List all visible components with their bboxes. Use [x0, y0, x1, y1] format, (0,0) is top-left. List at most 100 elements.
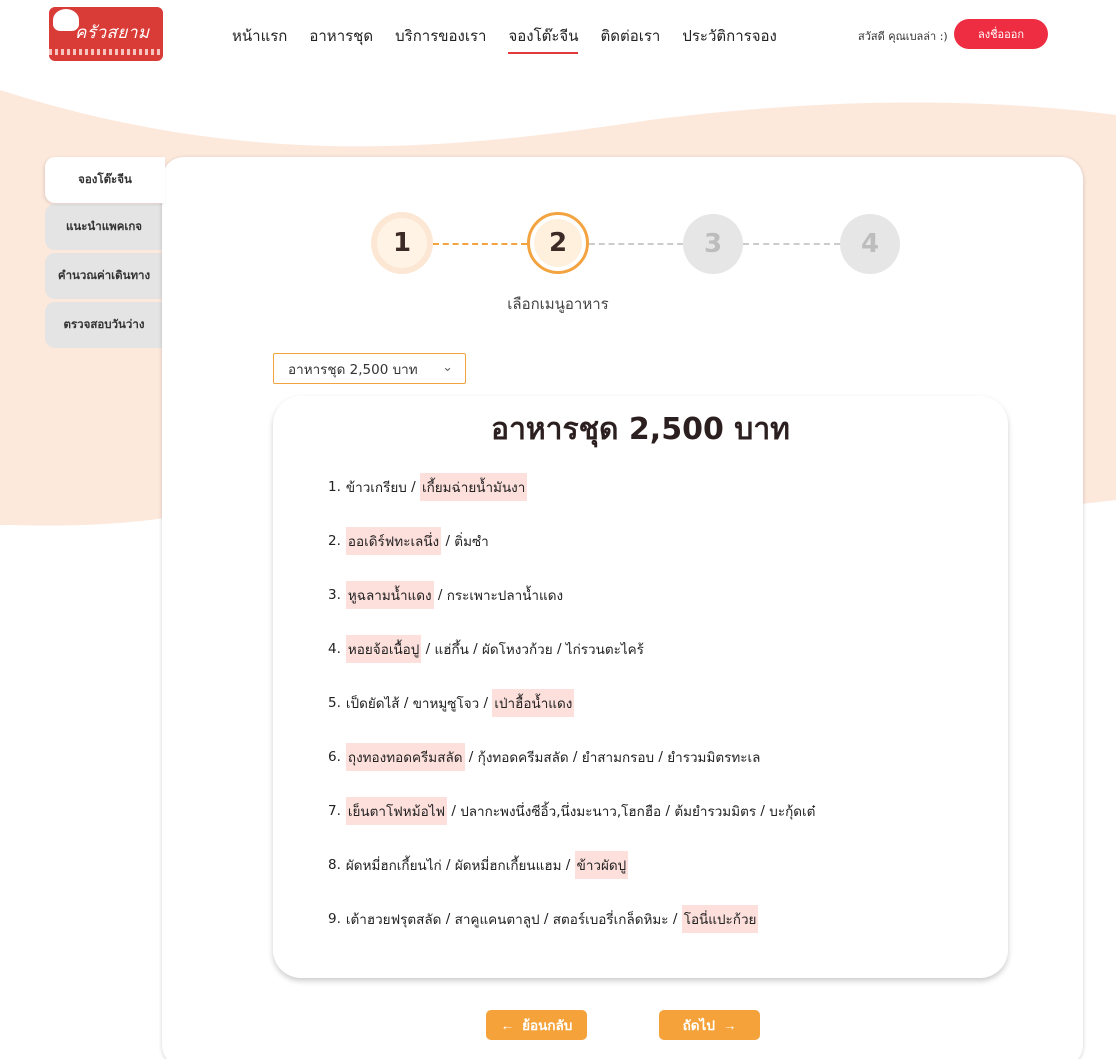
- menu-item: 9. เต้าฮวยฟรุตสลัด / สาคูแคนตาลูป / สตอร์…: [328, 892, 988, 946]
- separator: /: [668, 911, 682, 927]
- menu-dish: ขาหมูซูโจว: [412, 696, 480, 712]
- step-connector: [589, 243, 683, 245]
- menu-item: 3. หูฉลามน้ำแดง / กระเพาะปลาน้ำแดง: [328, 568, 988, 622]
- menu-dish: ไก่รวนตะไคร้: [565, 642, 644, 658]
- separator: /: [464, 749, 478, 765]
- nav-contact[interactable]: ติดต่อเรา: [600, 24, 660, 54]
- menu-dish-highlighted: เป่าฮื้อน้ำแดง: [492, 689, 575, 717]
- menu-card: อาหารชุด 2,500 บาท 1. ข้าวเกรียบ / เกี้ยม…: [273, 396, 1008, 978]
- next-button-label: ถัดไป: [682, 1018, 715, 1033]
- separator: /: [661, 803, 675, 819]
- logo-text: ครัวสยาม: [75, 23, 150, 43]
- separator: /: [421, 641, 435, 657]
- step-caption: เลือกเมนูอาหาร: [507, 295, 609, 313]
- separator: /: [399, 695, 413, 711]
- sidebar-item-book-table[interactable]: จองโต๊ะจีน: [45, 157, 165, 203]
- separator: /: [561, 857, 575, 873]
- chevron-down-icon: ⌄: [442, 360, 453, 375]
- menu-item-number: 3.: [328, 587, 341, 603]
- user-greeting: สวัสดี คุณเบลล่า :): [858, 30, 948, 43]
- logo[interactable]: ครัวสยาม: [49, 7, 163, 61]
- sidebar-item-check-availability[interactable]: ตรวจสอบวันว่าง: [45, 302, 163, 348]
- menu-item: 5. เป็ดยัดไส้ / ขาหมูซูโจว / เป่าฮื้อน้ำแ…: [328, 676, 988, 730]
- menu-list: 1. ข้าวเกรียบ / เกี้ยมฉ่ายน้ำมันงา 2. ออเดิ…: [328, 460, 988, 946]
- separator: /: [441, 533, 455, 549]
- set-menu-select[interactable]: อาหารชุด 2,500 บาท ⌄: [273, 353, 466, 384]
- separator: /: [568, 749, 582, 765]
- separator: /: [447, 803, 461, 819]
- menu-item-number: 9.: [328, 911, 341, 927]
- menu-item-number: 7.: [328, 803, 341, 819]
- step-connector: [743, 243, 840, 245]
- separator: /: [756, 803, 770, 819]
- menu-dish: ผัดโหงวก้วย: [481, 642, 553, 658]
- separator: /: [441, 857, 455, 873]
- arrow-left-icon: ←: [500, 1017, 515, 1033]
- back-button[interactable]: ← ย้อนกลับ: [486, 1010, 587, 1040]
- separator: /: [539, 911, 553, 927]
- menu-dish: ติ่มซำ: [454, 534, 489, 550]
- menu-item-number: 6.: [328, 749, 341, 765]
- menu-dish: กระเพาะปลาน้ำแดง: [446, 588, 564, 604]
- menu-item-number: 5.: [328, 695, 341, 711]
- step-1: 1: [371, 212, 433, 274]
- separator: /: [654, 749, 668, 765]
- menu-dish: เต้าฮวยฟรุตสลัด: [345, 912, 442, 928]
- step-4: 4: [840, 214, 900, 274]
- menu-item-number: 1.: [328, 479, 341, 495]
- menu-dish: แฮ่กึ้น: [434, 642, 469, 658]
- menu-card-title: อาหารชุด 2,500 บาท: [491, 412, 790, 447]
- step-3: 3: [683, 214, 743, 274]
- menu-dish-highlighted: ออเดิร์ฟทะเลนึ่ง: [345, 527, 442, 555]
- menu-item: 4. หอยจ้อเนื้อปู / แฮ่กึ้น / ผัดโหงวก้วย …: [328, 622, 988, 676]
- step-connector: [433, 243, 527, 245]
- nav-set-menu[interactable]: อาหารชุด: [309, 24, 373, 54]
- nav-booking-history[interactable]: ประวัติการจอง: [682, 24, 776, 54]
- top-header: ครัวสยาม หน้าแรก อาหารชุด บริการของเรา จ…: [0, 0, 1116, 70]
- menu-dish: ต้มยำรวมมิตร: [674, 804, 757, 820]
- separator: /: [433, 587, 447, 603]
- menu-dish-highlighted: โอนี่แปะก้วย: [681, 905, 759, 933]
- sidebar-item-packages[interactable]: แนะนำแพคเกจ: [45, 204, 163, 250]
- separator: /: [552, 641, 566, 657]
- menu-dish-highlighted: ข้าวผัดปู: [574, 851, 629, 879]
- menu-dish: กุ้งทอดครีมสลัด: [477, 750, 569, 766]
- menu-item-number: 2.: [328, 533, 341, 549]
- nav-book-table[interactable]: จองโต๊ะจีน: [508, 24, 579, 54]
- menu-dish: ปลากะพงนึ่งซีอิ้ว,นึ่งมะนาว,โฮกฮือ: [460, 804, 662, 820]
- menu-item-number: 4.: [328, 641, 341, 657]
- menu-item-number: 8.: [328, 857, 341, 873]
- menu-dish: สาคูแคนตาลูป: [454, 912, 540, 928]
- next-button[interactable]: ถัดไป →: [659, 1010, 760, 1040]
- menu-item: 1. ข้าวเกรียบ / เกี้ยมฉ่ายน้ำมันงา: [328, 460, 988, 514]
- arrow-right-icon: →: [722, 1017, 737, 1033]
- separator: /: [468, 641, 482, 657]
- menu-item: 2. ออเดิร์ฟทะเลนึ่ง / ติ่มซำ: [328, 514, 988, 568]
- menu-dish: ผัดหมี่ฮกเกี้ยนแฮม: [454, 858, 562, 874]
- logo-band: [49, 49, 163, 55]
- separator: /: [441, 911, 455, 927]
- menu-dish-highlighted: หูฉลามน้ำแดง: [345, 581, 434, 609]
- menu-dish: ข้าวเกรียบ: [345, 480, 407, 496]
- menu-dish: ผัดหมี่ฮกเกี้ยนไก่: [345, 858, 442, 874]
- menu-dish-highlighted: ถุงทองทอดครีมสลัด: [345, 743, 465, 771]
- menu-item: 7. เย็นตาโฟหม้อไฟ / ปลากะพงนึ่งซีอิ้ว,นึ่…: [328, 784, 988, 838]
- step-2: 2: [527, 212, 589, 274]
- menu-item: 6. ถุงทองทอดครีมสลัด / กุ้งทอดครีมสลัด / …: [328, 730, 988, 784]
- nav-services[interactable]: บริการของเรา: [395, 24, 486, 54]
- main-nav: หน้าแรก อาหารชุด บริการของเรา จองโต๊ะจีน…: [232, 24, 799, 54]
- nav-home[interactable]: หน้าแรก: [232, 24, 287, 54]
- separator: /: [479, 695, 493, 711]
- back-button-label: ย้อนกลับ: [522, 1018, 573, 1033]
- menu-dish-highlighted: หอยจ้อเนื้อปู: [345, 635, 422, 663]
- menu-dish: ยำสามกรอบ: [581, 750, 655, 766]
- sidebar-item-travel-cost[interactable]: คำนวณค่าเดินทาง: [45, 253, 163, 299]
- menu-dish-highlighted: เกี้ยมฉ่ายน้ำมันงา: [419, 473, 528, 501]
- menu-dish: บะกุ้ดเต๋: [769, 804, 816, 820]
- menu-dish: เป็ดยัดไส้: [345, 696, 400, 712]
- menu-dish: สตอร์เบอรี่เกล็ดหิมะ: [552, 912, 669, 928]
- logout-button[interactable]: ลงชื่อออก: [954, 19, 1048, 49]
- menu-dish-highlighted: เย็นตาโฟหม้อไฟ: [345, 797, 448, 825]
- menu-item: 8. ผัดหมี่ฮกเกี้ยนไก่ / ผัดหมี่ฮกเกี้ยนแฮ…: [328, 838, 988, 892]
- menu-dish: ยำรวมมิตรทะเล: [667, 750, 761, 766]
